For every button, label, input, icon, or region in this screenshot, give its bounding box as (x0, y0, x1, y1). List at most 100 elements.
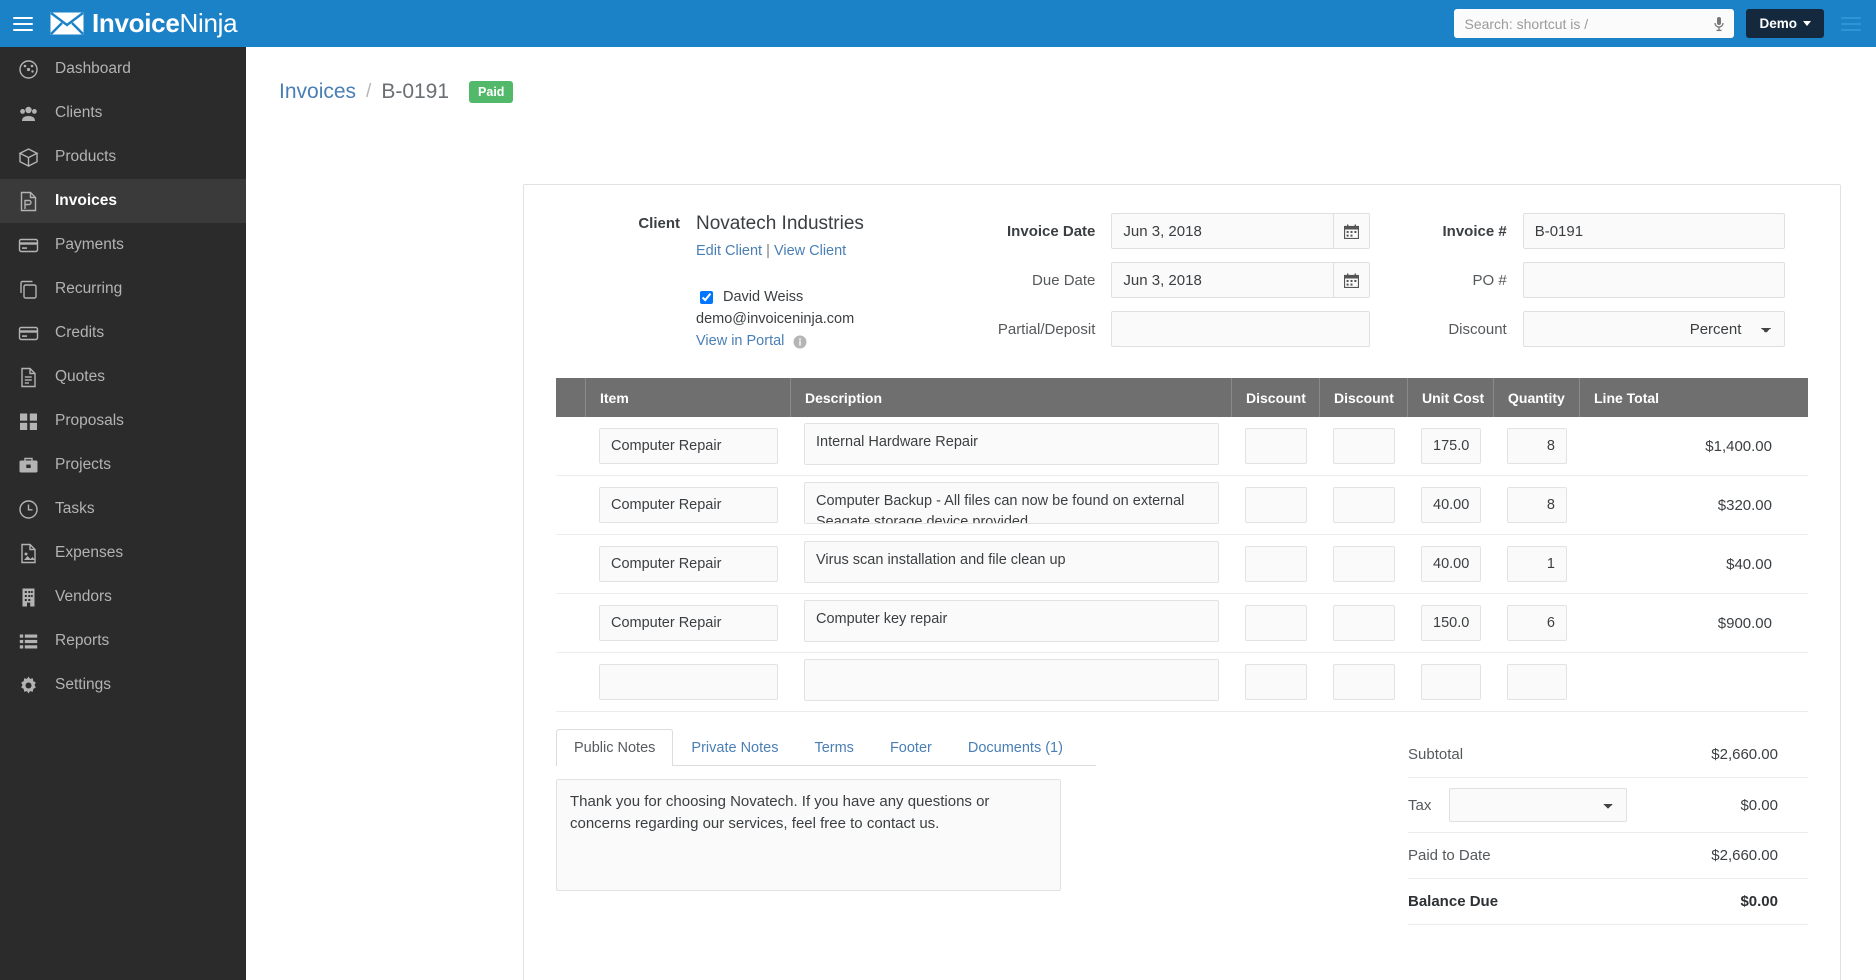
line-item-name-input[interactable] (599, 605, 778, 641)
sidebar-item-expenses[interactable]: Expenses (0, 531, 246, 575)
line-item-discount-2-input[interactable] (1333, 605, 1395, 641)
tab-footer[interactable]: Footer (872, 729, 950, 766)
sidebar-item-products[interactable]: Products (0, 135, 246, 179)
menu-toggle-button[interactable] (0, 0, 46, 47)
row-drag-handle[interactable] (556, 535, 585, 593)
line-item-discount-2-input[interactable] (1333, 428, 1395, 464)
line-item-name-input[interactable] (599, 546, 778, 582)
credit-card-icon (18, 235, 39, 256)
breadcrumb-invoices-link[interactable]: Invoices (279, 80, 356, 104)
info-icon[interactable] (793, 335, 807, 349)
sidebar-item-reports[interactable]: Reports (0, 619, 246, 663)
line-item-discount-1-input[interactable] (1245, 546, 1307, 582)
sidebar-item-vendors[interactable]: Vendors (0, 575, 246, 619)
contact-checkbox[interactable] (700, 291, 713, 305)
line-item-description-textarea[interactable] (804, 482, 1219, 524)
view-in-portal-link[interactable]: View in Portal (696, 331, 784, 353)
client-name: Novatech Industries (696, 213, 864, 234)
search-input[interactable] (1454, 9, 1735, 38)
line-item-discount-1-input[interactable] (1245, 487, 1307, 523)
row-drag-handle[interactable] (556, 594, 585, 652)
line-item-total-cell: $320.00 (1579, 476, 1798, 534)
line-item-name-input[interactable] (599, 487, 778, 523)
due-date-input[interactable] (1111, 262, 1334, 298)
sidebar-item-recurring[interactable]: Recurring (0, 267, 246, 311)
invoice-number-input[interactable] (1522, 213, 1785, 249)
sidebar-item-quotes[interactable]: Quotes (0, 355, 246, 399)
line-item-quantity-input[interactable] (1507, 428, 1567, 464)
line-item-discount-2-input[interactable] (1333, 546, 1395, 582)
line-item-unit-cost-input[interactable] (1421, 664, 1481, 700)
line-item-quantity-cell (1493, 653, 1579, 711)
sidebar-item-clients[interactable]: Clients (0, 91, 246, 135)
sidebar-item-projects[interactable]: Projects (0, 443, 246, 487)
main-content: Invoices / B-0191 Paid Client Novatech I… (246, 47, 1876, 980)
line-item-quantity-input[interactable] (1507, 487, 1567, 523)
row-drag-handle[interactable] (556, 653, 585, 711)
public-notes-textarea[interactable] (556, 779, 1061, 891)
right-menu-toggle-button[interactable] (1836, 0, 1866, 47)
drag-handle-column-header (556, 378, 585, 417)
sidebar-item-payments[interactable]: Payments (0, 223, 246, 267)
column-header-discount-2: Discount (1319, 378, 1407, 417)
tax-rate-select[interactable] (1449, 788, 1628, 822)
line-item-discount-1-input[interactable] (1245, 428, 1307, 464)
top-bar: InvoiceNinja Demo (0, 0, 1876, 47)
due-date-group (1111, 262, 1371, 298)
line-item-name-input[interactable] (599, 428, 778, 464)
line-item-name-input[interactable] (599, 664, 778, 700)
status-badge: Paid (469, 81, 514, 103)
sidebar-item-proposals[interactable]: Proposals (0, 399, 246, 443)
line-item-discount-2-input[interactable] (1333, 487, 1395, 523)
line-item-quantity-input[interactable] (1507, 605, 1567, 641)
edit-client-link[interactable]: Edit Client (696, 243, 762, 259)
discount-input[interactable] (1522, 311, 1679, 347)
line-item-unit-cost-input[interactable] (1421, 428, 1481, 464)
line-item-description-textarea[interactable] (804, 423, 1219, 465)
subtotal-row: Subtotal $2,660.00 (1408, 732, 1808, 778)
line-item-unit-cost-input[interactable] (1421, 546, 1481, 582)
tab-public-notes[interactable]: Public Notes (556, 729, 674, 766)
calendar-icon[interactable] (1333, 213, 1371, 249)
sidebar-item-dashboard[interactable]: Dashboard (0, 47, 246, 91)
view-client-link[interactable]: View Client (774, 243, 846, 259)
line-item-unit-cost-input[interactable] (1421, 605, 1481, 641)
brand-logo[interactable]: InvoiceNinja (50, 8, 238, 39)
partial-deposit-label: Partial/Deposit (997, 320, 1096, 338)
balance-due-row: Balance Due $0.00 (1408, 879, 1808, 925)
line-item-description-textarea[interactable] (804, 541, 1219, 583)
row-drag-handle[interactable] (556, 417, 585, 475)
line-item-quantity-cell (1493, 417, 1579, 475)
line-item-discount-1-input[interactable] (1245, 605, 1307, 641)
sidebar-item-credits[interactable]: Credits (0, 311, 246, 355)
po-number-input[interactable] (1522, 262, 1785, 298)
account-menu-button[interactable]: Demo (1746, 9, 1824, 38)
line-item-description-cell (790, 535, 1231, 593)
tab-documents-1[interactable]: Documents (1) (950, 729, 1081, 766)
line-item-quantity-input[interactable] (1507, 546, 1567, 582)
tab-private-notes[interactable]: Private Notes (673, 729, 796, 766)
tab-terms[interactable]: Terms (796, 729, 871, 766)
line-item-description-textarea[interactable] (804, 659, 1219, 701)
line-item-discount-1-input[interactable] (1245, 664, 1307, 700)
line-item-discount-1-cell (1231, 417, 1319, 475)
sidebar-item-tasks[interactable]: Tasks (0, 487, 246, 531)
discount-label: Discount (1448, 320, 1507, 338)
line-item-quantity-input[interactable] (1507, 664, 1567, 700)
discount-type-select[interactable]: PercentAmount (1678, 311, 1785, 347)
breadcrumb-separator: / (366, 81, 372, 102)
invoice-date-input[interactable] (1111, 213, 1334, 249)
row-drag-handle[interactable] (556, 476, 585, 534)
partial-deposit-input[interactable] (1111, 311, 1371, 347)
calendar-icon[interactable] (1333, 262, 1371, 298)
column-header-item: Item (585, 378, 790, 417)
copy-icon (18, 279, 39, 300)
line-item-description-textarea[interactable] (804, 600, 1219, 642)
line-item-discount-1-cell (1231, 476, 1319, 534)
sidebar-item-invoices[interactable]: Invoices (0, 179, 246, 223)
line-item-discount-2-input[interactable] (1333, 664, 1395, 700)
line-item-total-cell: $900.00 (1579, 594, 1798, 652)
line-item-total-value: $900.00 (1717, 614, 1772, 632)
line-item-unit-cost-input[interactable] (1421, 487, 1481, 523)
sidebar-item-settings[interactable]: Settings (0, 663, 246, 707)
